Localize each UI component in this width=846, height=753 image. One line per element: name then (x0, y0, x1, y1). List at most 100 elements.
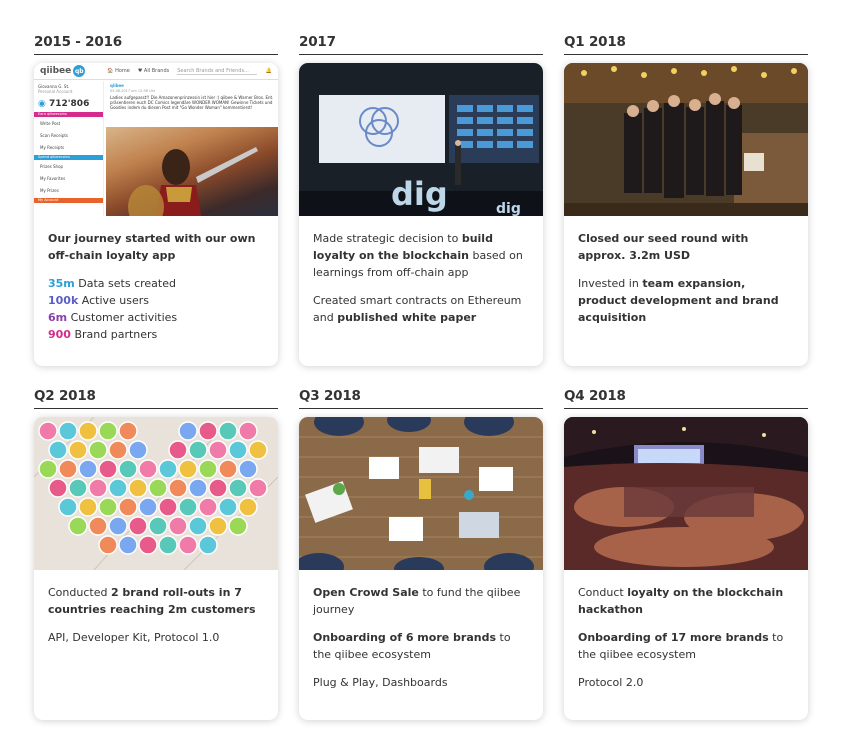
header-q4-2018: Q4 2018 (564, 387, 808, 409)
stats-list: 35m Data sets created 100k Active users … (48, 275, 264, 343)
header-label: 2015 - 2016 (34, 34, 122, 50)
svg-text:dig: dig (391, 175, 448, 213)
jar-lid (38, 421, 58, 441)
jar-lid (198, 497, 218, 517)
jar-lid (198, 459, 218, 479)
app-points-value: 712'806 (49, 99, 90, 109)
card-2015-2016: qiibee qb 🏠 Home ♥ All Brands Search Bran… (34, 63, 278, 366)
header-2017: 2017 (299, 33, 543, 55)
app-logo-text: qiibee (40, 66, 72, 76)
highlight: Onboarding of 17 more brands (578, 631, 769, 644)
jar-lid (198, 535, 218, 555)
jar-lid (118, 421, 138, 441)
jar-lid (118, 497, 138, 517)
card-q2-2018: Conducted 2 brand roll-outs in 7 countri… (34, 417, 278, 720)
jar-lid (58, 459, 78, 479)
jar-lid (238, 421, 258, 441)
jar-lid (78, 497, 98, 517)
meeting-table-icon (299, 417, 543, 570)
highlight: Onboarding of 6 more brands (313, 631, 497, 644)
card-body: Conduct loyalty on the blockchain hackat… (564, 570, 808, 691)
text: Conduct (578, 586, 628, 599)
card6-p2: Onboarding of 17 more brands to the qiib… (578, 629, 794, 663)
app-screenshot-image: qiibee qb 🏠 Home ♥ All Brands Search Bran… (34, 63, 278, 216)
jars-heart-image (34, 417, 278, 570)
app-topbar: qiibee qb 🏠 Home ♥ All Brands Search Bran… (34, 63, 278, 80)
stat-data-sets: 35m Data sets created (48, 275, 264, 292)
jar-lid (138, 459, 158, 479)
text: Conducted (48, 586, 111, 599)
jar-lid (238, 497, 258, 517)
card2-p2: Created smart contracts on Ethereum and … (313, 292, 529, 326)
post-head: qiibee 05.06.2017 um 12:58 Uhr (106, 81, 278, 95)
jar-lid (158, 459, 178, 479)
hero-figure-icon (128, 147, 258, 216)
highlight: published white paper (337, 311, 477, 324)
card1-intro: Our journey started with our own off-cha… (48, 232, 256, 262)
jar-lid (148, 478, 168, 498)
jar-lid (148, 516, 168, 536)
jar-lid (98, 459, 118, 479)
conference-stage-image: dig dig (299, 63, 543, 216)
card2-p1: Made strategic decision to build loyalty… (313, 230, 529, 281)
stat-label: Customer activities (67, 311, 178, 324)
app-search: Search Brands and Friends... (177, 68, 258, 75)
jar-lid (208, 440, 228, 460)
bell-icon: 🔔 (265, 68, 272, 74)
card-2017: dig dig Made strategic decision to build… (299, 63, 543, 366)
jar-lid (38, 459, 58, 479)
coin-icon: ◉ (38, 99, 46, 109)
card-q3-2018: Open Crowd Sale to fund the qiibee journ… (299, 417, 543, 720)
stat-active-users: 100k Active users (48, 292, 264, 309)
card5-p3: Plug & Play, Dashboards (313, 676, 448, 689)
jar-lid (228, 478, 248, 498)
jar-lid (248, 478, 268, 498)
header-label: Q2 2018 (34, 388, 96, 404)
jar-lid (118, 535, 138, 555)
jar-lid (188, 478, 208, 498)
card3-p1: Closed our seed round with approx. 3.2m … (578, 232, 749, 262)
text: Made strategic decision to (313, 232, 462, 245)
jar-lid (118, 459, 138, 479)
jar-lid (248, 440, 268, 460)
app-item-shop: Prizes Shop (40, 164, 64, 169)
text: Invested in (578, 277, 643, 290)
app-item-receipts: My Receipts (40, 145, 65, 150)
jar-lid (88, 440, 108, 460)
jar-lid (88, 478, 108, 498)
header-label: 2017 (299, 34, 336, 50)
jar-lid (178, 459, 198, 479)
header-q1-2018: Q1 2018 (564, 33, 808, 55)
card4-p1: Conducted 2 brand roll-outs in 7 countri… (48, 584, 264, 618)
app-user-sub: Personal Account (38, 89, 73, 94)
header-2015-2016: 2015 - 2016 (34, 33, 278, 55)
highlight: Open Crowd Sale (313, 586, 419, 599)
card-body: Made strategic decision to build loyalty… (299, 216, 543, 326)
jar-lid (58, 497, 78, 517)
stat-brand-partners: 900 Brand partners (48, 326, 264, 343)
jar-lid (188, 516, 208, 536)
jar-lid (108, 478, 128, 498)
card5-p1: Open Crowd Sale to fund the qiibee journ… (313, 584, 529, 618)
jar-lid (178, 497, 198, 517)
card-body: Closed our seed round with approx. 3.2m … (564, 216, 808, 326)
card3-p2: Invested in team expansion, product deve… (578, 275, 794, 326)
jar-lid (168, 478, 188, 498)
jar-lid (138, 535, 158, 555)
stat-num: 6m (48, 311, 68, 324)
jar-lid (98, 535, 118, 555)
jar-lid (208, 516, 228, 536)
nav-home: 🏠 Home (107, 68, 130, 74)
stat-label: Active users (78, 294, 150, 307)
jar-lid (48, 478, 68, 498)
jar-lid (158, 535, 178, 555)
app-points: ◉ 712'806 (34, 97, 103, 111)
jar-lid (128, 440, 148, 460)
jar-lid (178, 535, 198, 555)
team-photo-image (564, 63, 808, 216)
jar-lid (158, 497, 178, 517)
team-photo-icon (564, 63, 808, 216)
jar-lid (108, 440, 128, 460)
qb-logo-icon: qb (73, 65, 86, 77)
app-item-scan: Scan Receipts (40, 133, 69, 138)
